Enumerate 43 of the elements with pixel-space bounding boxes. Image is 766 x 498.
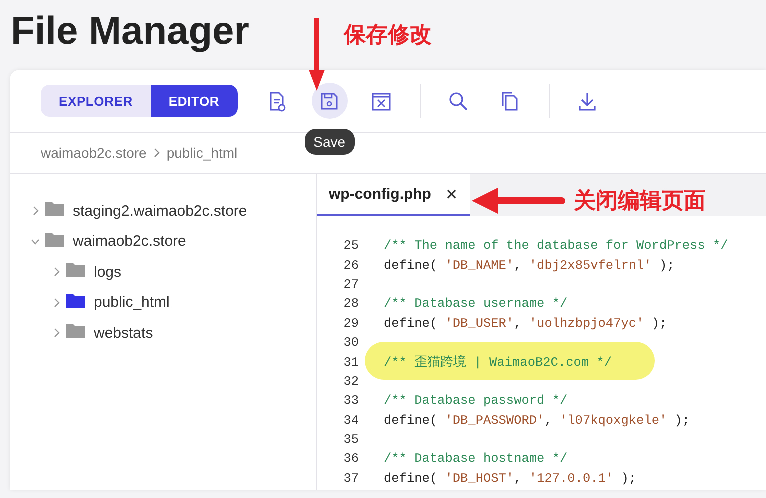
code-line: /** Database password */ [384, 393, 568, 408]
line-number: 25 [342, 238, 360, 254]
line-number: 28 [342, 296, 360, 312]
page-title: File Manager [11, 9, 250, 55]
code-line: /** Database username */ [384, 296, 568, 312]
code-line: /** 歪猫跨境 | WaimaoB2C.com */ [384, 354, 612, 371]
annotation-text: 关闭编辑页面 [574, 188, 706, 216]
annotation-text: 保存修改 [344, 22, 432, 50]
line-number: 37 [342, 470, 360, 486]
tree-item[interactable]: waimaob2c.store [10, 226, 316, 257]
line-number: 36 [342, 451, 360, 466]
close-file-icon [371, 90, 392, 112]
tree-item[interactable]: webstats [10, 318, 316, 348]
search-icon [448, 90, 470, 112]
code-line: define( 'DB_NAME', 'dbj2x85vfelrnl' ); [384, 258, 675, 273]
view-tab[interactable]: EXPLORER [41, 85, 151, 117]
save-button[interactable] [312, 83, 348, 119]
tab-label: wp-config.php [329, 186, 432, 202]
line-number: 30 [342, 335, 360, 350]
tree-item[interactable]: logs [10, 257, 316, 288]
line-number: 35 [342, 432, 360, 448]
tree-item[interactable]: staging2.waimaob2c.store [10, 196, 316, 226]
tree-item[interactable]: public_html [10, 288, 316, 318]
tooltip: Save [304, 129, 355, 155]
chevron-icon [152, 148, 161, 158]
download-icon [577, 90, 598, 112]
code-line: define( 'DB_HOST', '127.0.0.1' ); [384, 470, 637, 486]
breadcrumb-link[interactable]: public_html [166, 145, 238, 161]
view-tab[interactable]: EDITOR [150, 85, 238, 117]
close-tab-button[interactable]: × [445, 185, 458, 203]
line-number: 33 [342, 393, 360, 408]
breadcrumb-link[interactable]: waimaob2c.store [41, 145, 147, 161]
file-tab[interactable]: wp-config.php × [317, 174, 470, 216]
code-line: /** Database hostname */ [384, 451, 568, 466]
line-number: 32 [342, 374, 360, 389]
code-line: define( 'DB_USER', 'uolhzbpjo47yc' ); [384, 316, 668, 331]
line-number: 26 [342, 258, 360, 273]
code-line: /** The name of the database for WordPress */ [384, 238, 728, 254]
line-number: 31 [342, 354, 360, 370]
line-number: 29 [342, 316, 360, 331]
line-number: 27 [342, 276, 360, 292]
line-number: 34 [342, 412, 360, 428]
code-line: define( 'DB_PASSWORD', 'l07kqoxgkele' ); [384, 412, 690, 428]
